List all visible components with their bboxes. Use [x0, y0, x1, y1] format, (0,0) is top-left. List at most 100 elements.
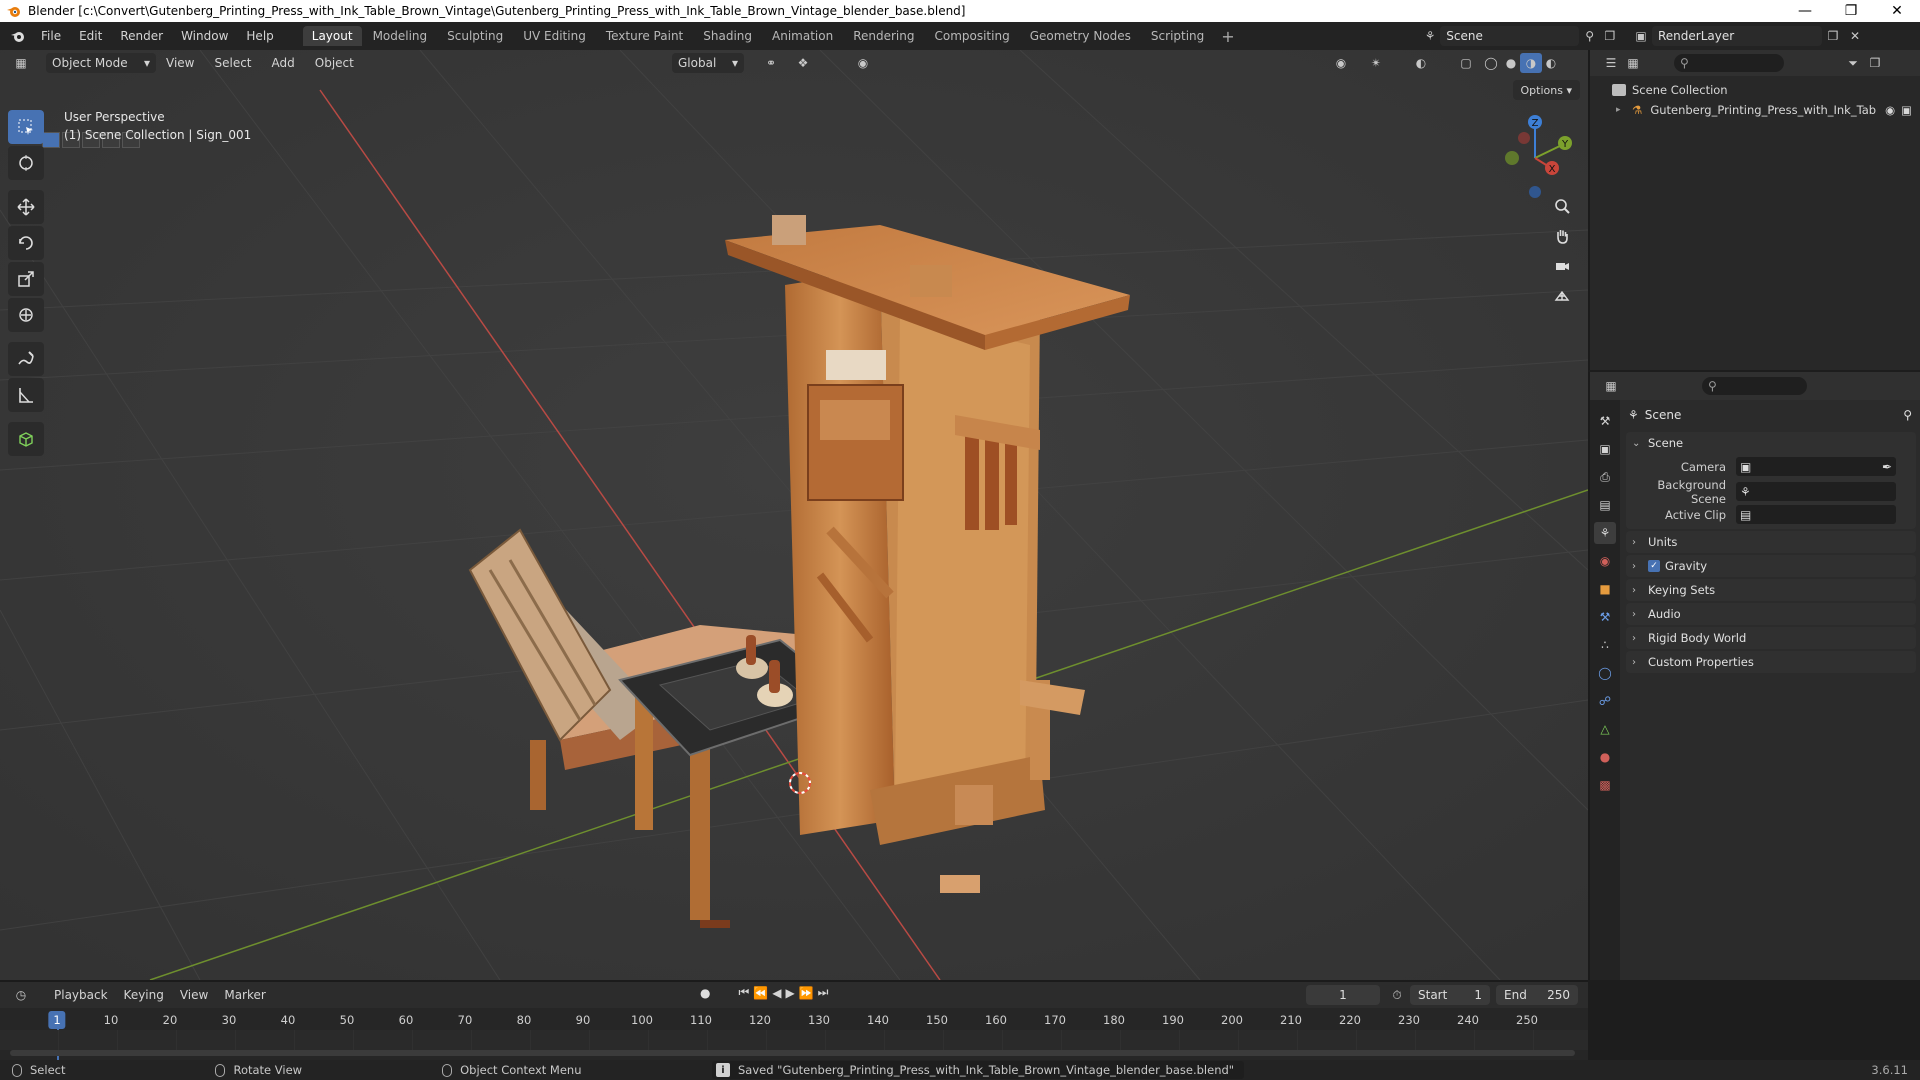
tab-sculpting[interactable]: Sculpting: [438, 26, 512, 46]
tool-tab-icon[interactable]: ⚒: [1594, 410, 1616, 432]
background-scene-field[interactable]: ⚘: [1736, 482, 1896, 501]
keying-sets-panel[interactable]: › Keying Sets: [1626, 579, 1916, 601]
end-frame-field[interactable]: End 250: [1496, 985, 1578, 1005]
view-layer-tab-icon[interactable]: ▤: [1594, 494, 1616, 516]
active-clip-field[interactable]: ▤: [1736, 505, 1896, 524]
rendered-shading-icon[interactable]: ◐: [1540, 53, 1562, 73]
visibility-icon[interactable]: ◉: [1330, 53, 1352, 73]
expand-arrow-icon[interactable]: ▸: [1616, 105, 1628, 115]
scene-icon[interactable]: ⚘: [1420, 26, 1440, 46]
options-dropdown[interactable]: Options ▾: [1512, 80, 1580, 100]
editor-type-icon[interactable]: ▦: [10, 53, 32, 73]
zoom-icon[interactable]: [1549, 193, 1575, 219]
stopwatch-icon[interactable]: ⏱: [1386, 985, 1408, 1005]
record-icon[interactable]: ●: [700, 986, 710, 1000]
camera-view-icon[interactable]: [1549, 253, 1575, 279]
3d-viewport[interactable]: User Perspective (1) Scene Collection | …: [0, 50, 1588, 980]
move-tool[interactable]: [8, 190, 44, 224]
material-tab-icon[interactable]: ●: [1594, 746, 1616, 768]
menu-file[interactable]: File: [32, 22, 70, 50]
rigid-body-world-panel[interactable]: › Rigid Body World: [1626, 627, 1916, 649]
jump-end-icon[interactable]: ⏭: [818, 985, 829, 1000]
tab-scripting[interactable]: Scripting: [1142, 26, 1213, 46]
new-collection-icon[interactable]: ❐: [1864, 53, 1886, 73]
viewport-menu-add[interactable]: Add: [262, 56, 305, 70]
camera-field[interactable]: ▣ ✒: [1736, 457, 1896, 476]
wireframe-shading-icon[interactable]: ◯: [1480, 53, 1502, 73]
current-frame-field[interactable]: 1: [1306, 985, 1380, 1005]
overlays-icon[interactable]: ◐: [1410, 53, 1432, 73]
prev-keyframe-icon[interactable]: ⏪: [753, 986, 768, 1000]
play-reverse-icon[interactable]: ◀: [772, 986, 781, 1000]
viewport-menu-select[interactable]: Select: [204, 56, 261, 70]
playhead-frame[interactable]: 1: [48, 1011, 66, 1029]
render-tab-icon[interactable]: ▣: [1594, 438, 1616, 460]
tab-animation[interactable]: Animation: [763, 26, 842, 46]
viewport-menu-view[interactable]: View: [156, 56, 204, 70]
add-cube-tool[interactable]: [8, 422, 44, 456]
properties-search-input[interactable]: ⚲: [1702, 377, 1807, 395]
blender-menu-icon[interactable]: [4, 22, 32, 50]
proportional-edit-icon[interactable]: ◉: [852, 53, 874, 73]
navigation-gizmo[interactable]: Z Y X: [1490, 110, 1580, 200]
select-box-tool[interactable]: [8, 110, 44, 144]
audio-panel[interactable]: › Audio: [1626, 603, 1916, 625]
texture-tab-icon[interactable]: ▩: [1594, 774, 1616, 796]
menu-window[interactable]: Window: [172, 22, 237, 50]
material-shading-icon[interactable]: ◑: [1520, 53, 1542, 73]
xray-icon[interactable]: ▢: [1455, 53, 1477, 73]
tab-shading[interactable]: Shading: [694, 26, 761, 46]
scene-panel-header[interactable]: ⌄ Scene: [1626, 432, 1916, 454]
pan-hand-icon[interactable]: [1549, 223, 1575, 249]
play-icon[interactable]: ▶: [785, 986, 794, 1000]
transform-tool[interactable]: [8, 298, 44, 332]
menu-help[interactable]: Help: [237, 22, 282, 50]
filter-icon[interactable]: ⏷: [1842, 53, 1864, 73]
orientation-dropdown[interactable]: Global ▾: [672, 53, 744, 73]
scale-tool[interactable]: [8, 262, 44, 296]
outliner-search-input[interactable]: ⚲: [1674, 54, 1784, 72]
solid-shading-icon[interactable]: ●: [1500, 53, 1522, 73]
close-window-button[interactable]: ✕: [1874, 0, 1920, 22]
menu-render[interactable]: Render: [111, 22, 172, 50]
frame-ruler[interactable]: 1 10 20 30 40 50 60 70 80 90 100 110 120…: [0, 1010, 1588, 1030]
eye-icon[interactable]: ◉: [1885, 103, 1895, 117]
maximize-button[interactable]: ❐: [1828, 0, 1874, 22]
pin-icon[interactable]: ⚲: [1903, 408, 1912, 422]
custom-properties-panel[interactable]: › Custom Properties: [1626, 651, 1916, 673]
annotate-tool[interactable]: [8, 342, 44, 376]
tab-geometry-nodes[interactable]: Geometry Nodes: [1021, 26, 1140, 46]
next-keyframe-icon[interactable]: ⏩: [799, 986, 814, 1000]
pivot-icon[interactable]: ⚭: [760, 53, 782, 73]
minimize-button[interactable]: —: [1782, 0, 1828, 22]
display-mode-icon[interactable]: ▦: [1622, 53, 1644, 73]
modifier-tab-icon[interactable]: ⚒: [1594, 606, 1616, 628]
timeline-view-menu[interactable]: View: [172, 988, 216, 1002]
physics-tab-icon[interactable]: ◯: [1594, 662, 1616, 684]
scene-tab-icon[interactable]: ⚘: [1594, 522, 1616, 544]
tab-compositing[interactable]: Compositing: [925, 26, 1018, 46]
object-tab-icon[interactable]: ■: [1594, 578, 1616, 600]
tab-texture-paint[interactable]: Texture Paint: [597, 26, 692, 46]
world-tab-icon[interactable]: ◉: [1594, 550, 1616, 572]
tab-layout[interactable]: Layout: [302, 26, 362, 46]
viewport-menu-object[interactable]: Object: [305, 56, 364, 70]
timeline-editor-icon[interactable]: ◷: [10, 985, 32, 1005]
new-layer-icon[interactable]: ❐: [1822, 26, 1844, 46]
tab-uv-editing[interactable]: UV Editing: [514, 26, 595, 46]
output-tab-icon[interactable]: ⎙: [1594, 466, 1616, 488]
outliner-editor-icon[interactable]: ☰: [1600, 53, 1622, 73]
playback-menu[interactable]: Playback: [46, 988, 116, 1002]
mode-dropdown[interactable]: Object Mode ▾: [46, 53, 156, 73]
new-scene-icon[interactable]: ❐: [1600, 26, 1620, 46]
units-panel[interactable]: › Units: [1626, 531, 1916, 553]
remove-layer-icon[interactable]: ✕: [1844, 26, 1866, 46]
outliner-row-scene-collection[interactable]: Scene Collection: [1590, 80, 1920, 100]
gravity-checkbox[interactable]: ✓: [1648, 560, 1660, 572]
rotate-tool[interactable]: [8, 226, 44, 260]
constraints-tab-icon[interactable]: ☍: [1594, 690, 1616, 712]
render-camera-icon[interactable]: ▣: [1901, 103, 1912, 117]
render-layer-field[interactable]: RenderLayer: [1652, 26, 1822, 46]
data-tab-icon[interactable]: △: [1594, 718, 1616, 740]
ortho-grid-icon[interactable]: [1549, 283, 1575, 309]
